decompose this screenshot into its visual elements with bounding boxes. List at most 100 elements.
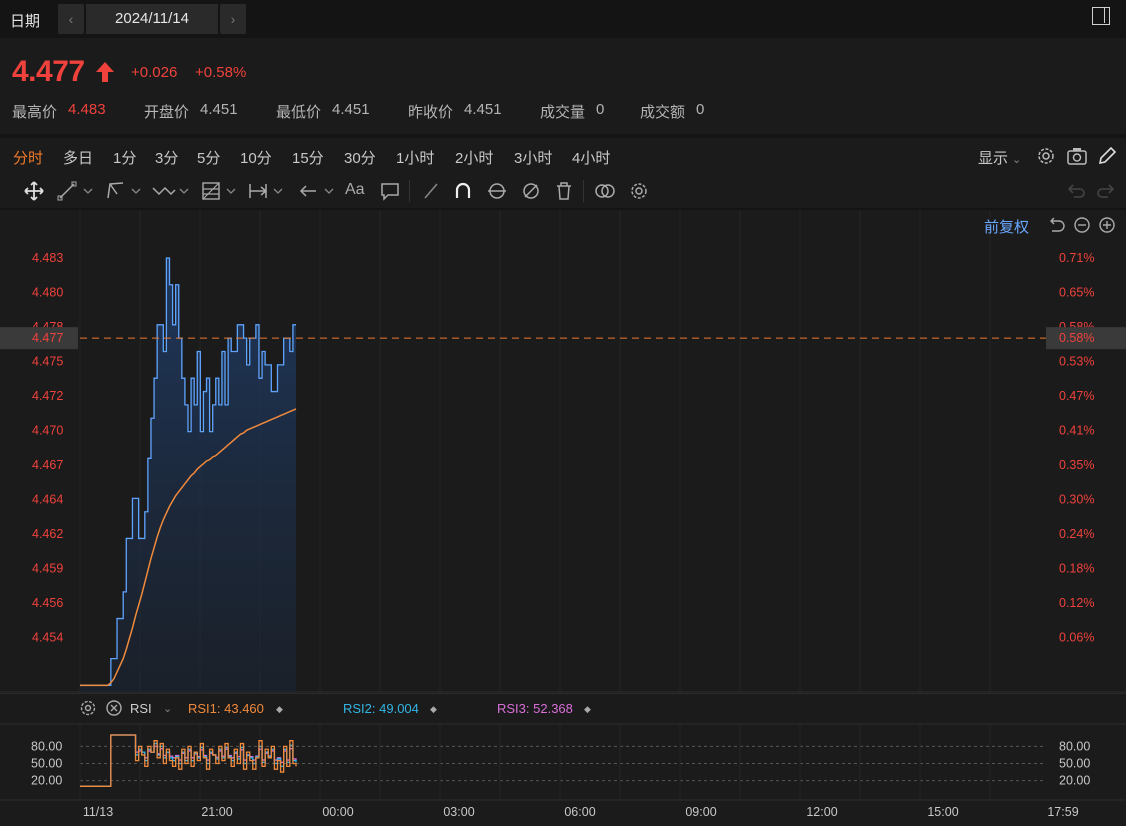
- comment-tool-icon[interactable]: [379, 180, 401, 202]
- stat-high-value: 4.483: [68, 101, 106, 118]
- x-tick-label: 17:59: [1047, 805, 1078, 819]
- period-tab-1h[interactable]: 1小时: [396, 147, 434, 168]
- y-tick-label: 4.483: [32, 251, 63, 265]
- text-tool-icon[interactable]: Aa: [345, 181, 365, 199]
- current-price-tag-label: 4.477: [32, 331, 63, 345]
- y-pct-tick-label: 0.06%: [1059, 631, 1094, 645]
- stat-volume-label: 成交量: [540, 104, 586, 121]
- date-label: 日期: [10, 13, 41, 30]
- period-tab-3h[interactable]: 3小时: [514, 147, 552, 168]
- pencil-icon[interactable]: [1096, 145, 1118, 167]
- undo-icon[interactable]: [1064, 180, 1086, 202]
- toolbar-divider: [409, 180, 410, 202]
- rsi-title[interactable]: RSI: [130, 701, 152, 716]
- rsi2-value: RSI2: 49.004: [343, 701, 419, 716]
- y-tick-label: 4.464: [32, 493, 63, 507]
- stat-low-label: 最低价: [276, 104, 322, 121]
- trash-icon[interactable]: [553, 180, 575, 202]
- date-picker[interactable]: 2024/11/14: [86, 4, 218, 34]
- rsi-tick-label: 50.00: [1059, 757, 1090, 771]
- zoom-out-icon[interactable]: [1072, 215, 1092, 235]
- adjust-dropdown[interactable]: 前复权: [984, 216, 1029, 237]
- period-tab-multiday[interactable]: 多日: [63, 147, 93, 168]
- y-tick-label: 4.470: [32, 424, 63, 438]
- y-tick-label: 4.467: [32, 458, 63, 472]
- y-pct-tick-label: 0.65%: [1059, 286, 1094, 300]
- price-change: +0.026: [131, 64, 178, 81]
- y-tick-label: 4.459: [32, 562, 63, 576]
- stat-low-value: 4.451: [332, 101, 370, 118]
- diamond-icon: ◆: [430, 704, 437, 714]
- y-pct-tick-label: 0.53%: [1059, 355, 1094, 369]
- price-chart[interactable]: 4.4834.4804.4784.4754.4724.4704.4674.464…: [0, 210, 1126, 826]
- period-tab-1min[interactable]: 1分: [113, 147, 136, 168]
- y-pct-tick-label: 0.71%: [1059, 251, 1094, 265]
- reset-icon[interactable]: [1046, 215, 1066, 235]
- lock-drawing-icon[interactable]: [486, 180, 508, 202]
- channel-tool-icon[interactable]: [105, 180, 145, 202]
- y-pct-tick-label: 0.12%: [1059, 596, 1094, 610]
- move-icon[interactable]: [23, 180, 45, 202]
- y-axis-left: 4.4834.4804.4784.4754.4724.4704.4674.464…: [32, 251, 63, 645]
- y-pct-tick-label: 0.41%: [1059, 424, 1094, 438]
- x-tick-label: 21:00: [201, 805, 232, 819]
- y-tick-label: 4.454: [32, 631, 63, 645]
- app-window: 日期 ‹ 2024/11/14 › 4.477 +0.026 +0.58% 最高…: [0, 0, 1126, 826]
- measure-tool-icon[interactable]: [247, 180, 287, 202]
- display-label: 显示: [978, 150, 1009, 167]
- toolbar-divider: [583, 180, 584, 202]
- compare-icon[interactable]: [594, 180, 616, 202]
- y-tick-label: 4.475: [32, 355, 63, 369]
- stat-turnover-value: 0: [696, 101, 705, 118]
- arrow-tool-icon[interactable]: [298, 180, 338, 202]
- brush-icon[interactable]: [421, 180, 443, 202]
- stat-open-value: 4.451: [200, 101, 238, 118]
- fib-tool-icon[interactable]: [200, 180, 240, 202]
- period-tab-3min[interactable]: 3分: [155, 147, 178, 168]
- chevron-down-icon: ⌄: [1012, 154, 1022, 166]
- camera-icon[interactable]: [1066, 145, 1088, 167]
- toolbar-settings-icon[interactable]: [628, 180, 650, 202]
- x-tick-label: 06:00: [564, 805, 595, 819]
- line-tool-icon[interactable]: [57, 180, 97, 202]
- x-tick-label: 12:00: [806, 805, 837, 819]
- x-tick-label: 09:00: [685, 805, 716, 819]
- next-date-button[interactable]: ›: [220, 4, 246, 34]
- period-tab-fenshi[interactable]: 分时: [13, 147, 43, 168]
- rsi-tick-label: 20.00: [1059, 774, 1090, 788]
- y-pct-tick-label: 0.18%: [1059, 562, 1094, 576]
- stat-volume-value: 0: [596, 101, 605, 118]
- redo-icon[interactable]: [1096, 180, 1118, 202]
- period-tab-2h[interactable]: 2小时: [455, 147, 493, 168]
- period-tab-4h[interactable]: 4小时: [572, 147, 610, 168]
- period-tab-15min[interactable]: 15分: [292, 147, 324, 168]
- diamond-icon: ◆: [276, 704, 283, 714]
- y-pct-tick-label: 0.47%: [1059, 389, 1094, 403]
- price-change-pct: +0.58%: [195, 64, 247, 81]
- prev-date-button[interactable]: ‹: [58, 4, 84, 34]
- rsi-settings-icon[interactable]: [79, 699, 97, 717]
- zoom-in-icon[interactable]: [1097, 215, 1117, 235]
- hide-drawing-icon[interactable]: [520, 180, 542, 202]
- stat-turnover-label: 成交额: [640, 104, 686, 121]
- wave-tool-icon[interactable]: [151, 180, 193, 202]
- rsi-tick-label: 80.00: [1059, 739, 1090, 753]
- y-pct-tick-label: 0.35%: [1059, 458, 1094, 472]
- sidebar-toggle-icon[interactable]: [1092, 7, 1110, 25]
- chevron-down-icon[interactable]: ⌄: [163, 702, 172, 715]
- magnet-icon[interactable]: [452, 180, 474, 202]
- rsi-tick-label: 20.00: [31, 774, 62, 788]
- current-price: 4.477: [12, 55, 85, 88]
- rsi1-value: RSI1: 43.460: [188, 701, 264, 716]
- stat-prevclose-label: 昨收价: [408, 104, 454, 121]
- rsi-close-icon[interactable]: [105, 699, 123, 717]
- rsi-tick-label: 80.00: [31, 739, 62, 753]
- settings-icon[interactable]: [1035, 145, 1057, 167]
- period-tab-30min[interactable]: 30分: [344, 147, 376, 168]
- y-tick-label: 4.480: [32, 286, 63, 300]
- rsi3-value: RSI3: 52.368: [497, 701, 573, 716]
- y-pct-tick-label: 0.30%: [1059, 493, 1094, 507]
- display-dropdown[interactable]: 显示 ⌄: [978, 147, 1021, 168]
- period-tab-5min[interactable]: 5分: [197, 147, 220, 168]
- period-tab-10min[interactable]: 10分: [240, 147, 272, 168]
